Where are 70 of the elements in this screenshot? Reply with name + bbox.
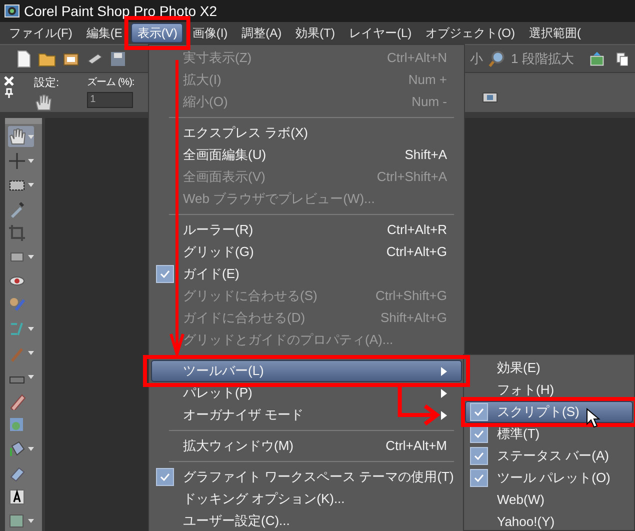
zoom-in-button[interactable]: 1 段階拡大 [511,49,574,68]
caret-icon[interactable] [28,182,34,186]
caret-icon[interactable] [28,350,34,354]
zoom-label: ズーム (%): [87,76,134,90]
menu-item[interactable]: ルーラー(R) Ctrl+Alt+R [151,219,462,241]
crop-icon[interactable] [8,224,26,242]
submenu-item[interactable]: ステータス バー(A) [465,445,633,467]
submenu-item[interactable]: フォト(H) [465,379,633,401]
pencil-icon[interactable] [8,392,26,410]
menu-item[interactable]: ドッキング オプション(K)... [151,488,462,510]
caret-icon[interactable] [28,254,34,258]
menu-item[interactable]: パレット(P) [151,382,462,404]
caret-icon[interactable] [28,158,34,162]
hand-icon[interactable] [34,94,52,112]
hand-icon[interactable] [8,128,26,146]
submenu-item[interactable]: 効果(E) [465,357,633,379]
submenu-arrow-icon [441,366,447,376]
menu-item[interactable]: 拡大ウィンドウ(M) Ctrl+Alt+M [151,435,462,457]
menu-item[interactable]: グリッド(G) Ctrl+Alt+G [151,241,462,263]
zoom-field[interactable]: 1 [87,92,134,108]
copy-icon[interactable] [616,52,628,66]
check-icon [474,430,484,438]
submenu-item[interactable]: Yahoo!(Y) [465,511,633,530]
submenu-arrow-icon [441,410,447,420]
zoom-in-icon[interactable] [488,50,506,68]
menu-bar-item[interactable]: 編集(E [81,23,128,43]
annotation-arrow [398,387,440,426]
menu-bar-item[interactable]: オブジェクト(O) [420,23,520,43]
menu-item[interactable]: ユーザー設定(C)... [151,510,462,531]
window-title: Corel Paint Shop Pro Photo X2 [24,2,218,21]
new-document-icon[interactable] [16,50,32,68]
submenu-arrow-icon [441,388,447,398]
submenu-item[interactable]: ツール パレット(O) [465,467,633,489]
menu-item[interactable]: 全画面編集(U) Shift+A [151,144,462,166]
submenu-item[interactable]: Web(W) [465,489,633,511]
save-icon[interactable] [110,50,126,66]
menu-bar-item[interactable]: 効果(T) [290,23,340,43]
submenu-item[interactable]: スクリプト(S) [465,401,633,423]
caret-icon[interactable] [28,134,34,138]
check-icon [474,474,484,482]
check-icon [474,408,484,416]
caret-icon[interactable] [28,446,34,450]
folder-icon[interactable] [38,50,56,66]
menu-bar-item[interactable]: レイヤー(L) [344,23,417,43]
menu-bar-item[interactable]: 選択範囲( [524,23,586,43]
menu-item[interactable]: ガイド(E) [151,263,462,285]
submenu-item[interactable]: 標準(T) [465,423,633,445]
export-icon[interactable] [588,50,605,67]
toolbar-label: 小 [470,50,483,68]
menu-bar-item[interactable]: 画像(I) [187,23,233,43]
caret-icon[interactable] [28,518,34,522]
check-icon [160,270,170,278]
pin-icon[interactable] [4,88,14,98]
caret-icon[interactable] [28,374,34,378]
menu-bar-item[interactable]: 表示(V) [131,23,184,43]
menu-item[interactable]: グラファイト ワークスペース テーマの使用(T) [151,466,462,488]
check-icon [474,452,484,460]
menu-item[interactable]: オーガナイザ モード [151,404,462,426]
text-tool-icon[interactable] [8,488,26,506]
menu-item[interactable]: ツールバー(L) [151,360,462,382]
presets-label: 設定: [34,76,60,91]
menu-bar-item[interactable]: 調整(A) [236,23,287,43]
app-icon [4,3,20,19]
caret-icon[interactable] [28,326,34,330]
check-icon [160,473,170,481]
menu-bar-item[interactable]: ファイル(F) [4,23,78,43]
move-icon[interactable] [8,152,26,170]
close-icon[interactable] [4,76,14,86]
menu-item[interactable]: エクスプレス ラボ(X) [151,122,462,144]
cursor-icon [586,408,600,428]
